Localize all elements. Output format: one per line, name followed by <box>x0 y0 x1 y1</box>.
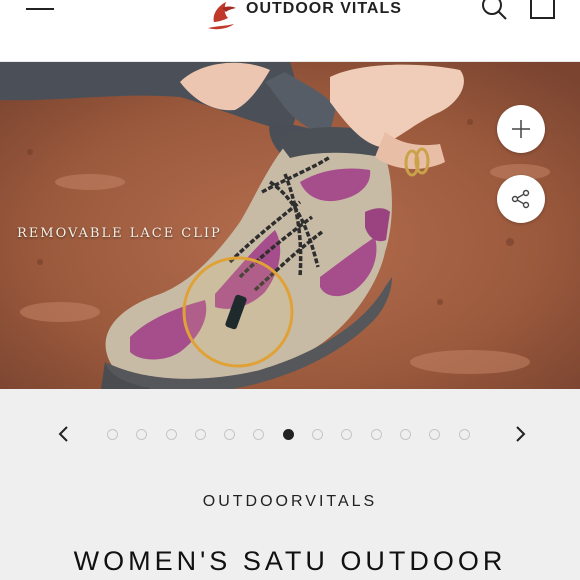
site-header: OUTDOOR VITALS <box>0 0 580 62</box>
product-title: WOMEN'S SATU OUTDOOR <box>73 546 507 576</box>
product-vendor[interactable]: OUTDOORVITALS <box>0 493 580 511</box>
zoom-plus-icon <box>512 120 530 138</box>
chevron-right-icon[interactable] <box>510 424 530 444</box>
carousel-dot[interactable] <box>224 429 236 440</box>
product-image[interactable]: REMOVABLE LACE CLIP <box>0 62 580 389</box>
carousel-dot[interactable] <box>458 429 470 440</box>
search-icon[interactable] <box>480 0 508 22</box>
carousel-dot[interactable] <box>399 429 411 440</box>
chevron-left-icon[interactable] <box>54 424 74 444</box>
carousel-dot[interactable] <box>107 429 118 440</box>
logo-bird-icon <box>208 2 236 30</box>
share-button[interactable] <box>497 175 545 223</box>
carousel-dot[interactable] <box>370 429 382 440</box>
carousel-dot[interactable] <box>194 429 206 440</box>
carousel-dot-active[interactable] <box>282 429 294 440</box>
carousel-dot[interactable] <box>165 429 177 440</box>
carousel-dots <box>107 429 488 443</box>
carousel-dot[interactable] <box>253 429 265 440</box>
carousel-dot[interactable] <box>136 429 148 440</box>
brand-name: OUTDOOR VITALS <box>246 0 402 17</box>
zoom-button[interactable] <box>497 105 545 153</box>
carousel-dot[interactable] <box>429 429 441 440</box>
image-caption: REMOVABLE LACE CLIP <box>17 226 222 241</box>
carousel-dot[interactable] <box>341 429 353 440</box>
cart-icon[interactable] <box>530 0 556 20</box>
menu-icon[interactable] <box>26 0 56 18</box>
site-logo[interactable]: OUTDOOR VITALS <box>204 0 402 34</box>
share-icon <box>511 189 530 209</box>
carousel-dot[interactable] <box>312 429 324 440</box>
